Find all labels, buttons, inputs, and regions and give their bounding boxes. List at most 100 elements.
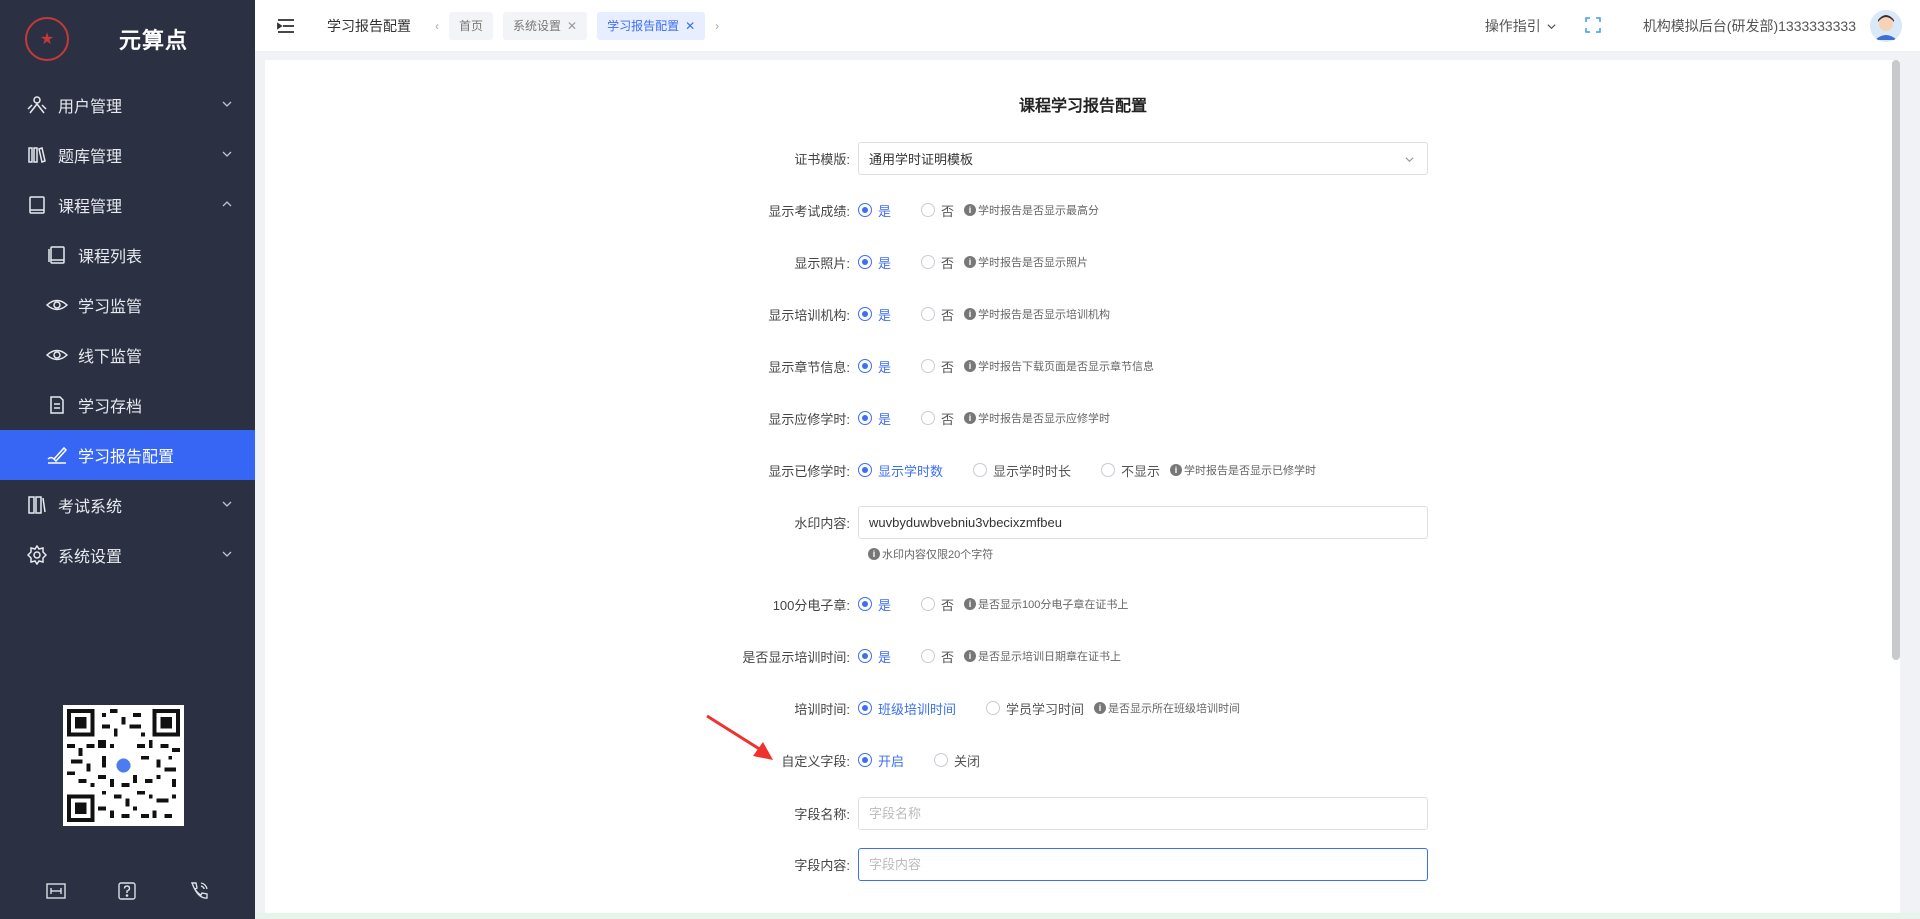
users-icon [26, 94, 48, 116]
chevron-down-icon [1405, 156, 1414, 162]
field-label: 是否显示培训时间: [742, 649, 850, 665]
top-header: 学习报告配置 ‹ 首页 系统设置 ✕ 学习报告配置 ✕ › 操作指引 机构模拟后台(… [255, 0, 1920, 52]
sidebar-item-users[interactable]: 用户管理 [0, 80, 255, 130]
radio-no[interactable]: 否 [921, 305, 954, 324]
radio-yes[interactable]: 是 [858, 647, 891, 666]
row-custom-field: 自定义字段: 开启 关闭 [265, 744, 1765, 776]
info-icon: i [1094, 702, 1107, 714]
info-icon: i [964, 204, 977, 216]
radio-no[interactable]: 否 [921, 201, 954, 220]
radio-no[interactable]: 否 [921, 357, 954, 376]
info-icon: i [964, 256, 977, 268]
radio-hide[interactable]: 不显示 [1101, 461, 1160, 480]
radio-label: 显示学时数 [878, 463, 944, 479]
template-select[interactable]: 通用学时证明模板 [858, 141, 1428, 175]
scrollbar[interactable] [1892, 60, 1900, 660]
guide-dropdown[interactable]: 操作指引 [1485, 16, 1557, 36]
radio-yes[interactable]: 是 [858, 253, 891, 272]
exam-icon [26, 494, 48, 516]
radio-label: 开启 [878, 753, 905, 769]
hint: i 学时报告是否显示最高分 [964, 202, 1099, 218]
field-label: 水印内容: [794, 515, 850, 531]
tab-label: 首页 [459, 19, 484, 33]
radio-student-time[interactable]: 学员学习时间 [986, 699, 1084, 718]
phone-icon[interactable] [186, 878, 212, 904]
radio-show-duration[interactable]: 显示学时时长 [973, 461, 1071, 480]
sidebar-item-exam-system[interactable]: 考试系统 [0, 480, 255, 530]
radio-label: 否 [941, 359, 955, 375]
tabs-scroll-right-icon[interactable]: › [715, 19, 719, 33]
sidebar-item-library[interactable]: 题库管理 [0, 130, 255, 180]
chevron-up-icon [222, 201, 232, 207]
fullscreen-icon[interactable] [1585, 17, 1603, 35]
info-icon: i [1170, 464, 1183, 476]
radio-show-hours[interactable]: 显示学时数 [858, 461, 943, 480]
radio-label: 是 [878, 307, 892, 323]
info-icon: i [964, 308, 977, 320]
hint-text: 学时报告是否显示已修学时 [1184, 465, 1317, 477]
radio-class-time[interactable]: 班级培训时间 [858, 699, 956, 718]
control: 显示学时数 显示学时时长 不显示 i 学时报告是否显示已修学时 [858, 461, 1316, 480]
control: 是 否 i 学时报告是否显示培训机构 [858, 305, 1110, 324]
watermark-input[interactable]: wuvbyduwbvebniu3vbecixzmfbeu [858, 505, 1428, 539]
sidebar-item-courses[interactable]: 课程管理 [0, 180, 255, 230]
radio-no[interactable]: 否 [921, 253, 954, 272]
courses-submenu: 课程列表 学习监管 线下监管 学习存档 学习报告配置 [0, 230, 255, 480]
radio-yes[interactable]: 是 [858, 409, 891, 428]
close-icon[interactable]: ✕ [567, 19, 577, 33]
user-name[interactable]: 机构模拟后台(研发部)1333333333 [1643, 16, 1856, 36]
help-icon[interactable] [114, 878, 140, 904]
field-content-input[interactable] [858, 847, 1428, 881]
radio-off[interactable]: 关闭 [934, 751, 980, 770]
radio-no[interactable]: 否 [921, 409, 954, 428]
tab-home[interactable]: 首页 [449, 11, 494, 40]
menu-toggle-icon[interactable] [277, 16, 297, 36]
tabs-scroll-left-icon[interactable]: ‹ [435, 19, 439, 33]
close-icon[interactable]: ✕ [685, 19, 695, 33]
sidebar-item-offline-monitor[interactable]: 线下监管 [0, 330, 255, 380]
library-icon [26, 144, 48, 166]
row-show-chapter: 显示章节信息: 是 否 i 学时报告下载页面是否显示章节信息 [265, 350, 1765, 382]
sidebar-item-system-settings[interactable]: 系统设置 [0, 530, 255, 580]
radio-label: 班级培训时间 [878, 701, 957, 717]
avatar[interactable] [1870, 10, 1902, 42]
sidebar-item-study-archive[interactable]: 学习存档 [0, 380, 255, 430]
radio-label: 是 [878, 649, 892, 665]
radio-no[interactable]: 否 [921, 647, 954, 666]
radio-yes[interactable]: 是 [858, 305, 891, 324]
radio-label: 是 [878, 203, 892, 219]
control: 班级培训时间 学员学习时间 i 是否显示所在班级培训时间 [858, 699, 1240, 718]
bottom-strip [255, 913, 1920, 919]
row-field-name: 字段名称: [265, 796, 1765, 830]
field-name-input[interactable] [858, 796, 1428, 830]
radio-yes[interactable]: 是 [858, 595, 891, 614]
row-show-time: 是否显示培训时间: 是 否 i 是否显示培训日期章在证书上 [265, 640, 1765, 672]
hint: i 学时报告是否显示已修学时 [1170, 462, 1316, 478]
radio-yes[interactable]: 是 [858, 201, 891, 220]
radio-no[interactable]: 否 [921, 595, 954, 614]
hint-text: 是否显示培训日期章在证书上 [978, 651, 1122, 663]
annotation-arrow-icon [706, 714, 773, 760]
info-icon: i [964, 598, 977, 610]
ruler-icon[interactable] [43, 878, 69, 904]
radio-label: 是 [878, 597, 892, 613]
logo-row: ★ 元算点 [0, 0, 255, 78]
tab-report-config[interactable]: 学习报告配置 ✕ [597, 11, 706, 40]
radio-label: 否 [941, 203, 955, 219]
radio-yes[interactable]: 是 [858, 357, 891, 376]
hint: i 学时报告是否显示照片 [964, 254, 1088, 270]
radio-label: 学员学习时间 [1006, 701, 1085, 717]
sidebar-item-course-list[interactable]: 课程列表 [0, 230, 255, 280]
control: 通用学时证明模板 [858, 141, 1428, 175]
sidebar-item-report-config[interactable]: 学习报告配置 [0, 430, 255, 480]
field-label: 字段内容: [794, 857, 850, 873]
field-label: 显示已修学时: [768, 463, 850, 479]
field-label: 100分电子章: [772, 597, 850, 613]
hint: i 是否显示培训日期章在证书上 [964, 648, 1121, 664]
app-name: 元算点 [119, 28, 189, 53]
radio-on[interactable]: 开启 [858, 751, 904, 770]
sidebar-item-study-monitor[interactable]: 学习监管 [0, 280, 255, 330]
radio-label: 否 [941, 255, 955, 271]
control: 是 否 i 学时报告是否显示照片 [858, 253, 1088, 272]
tab-system-settings[interactable]: 系统设置 ✕ [503, 11, 588, 40]
